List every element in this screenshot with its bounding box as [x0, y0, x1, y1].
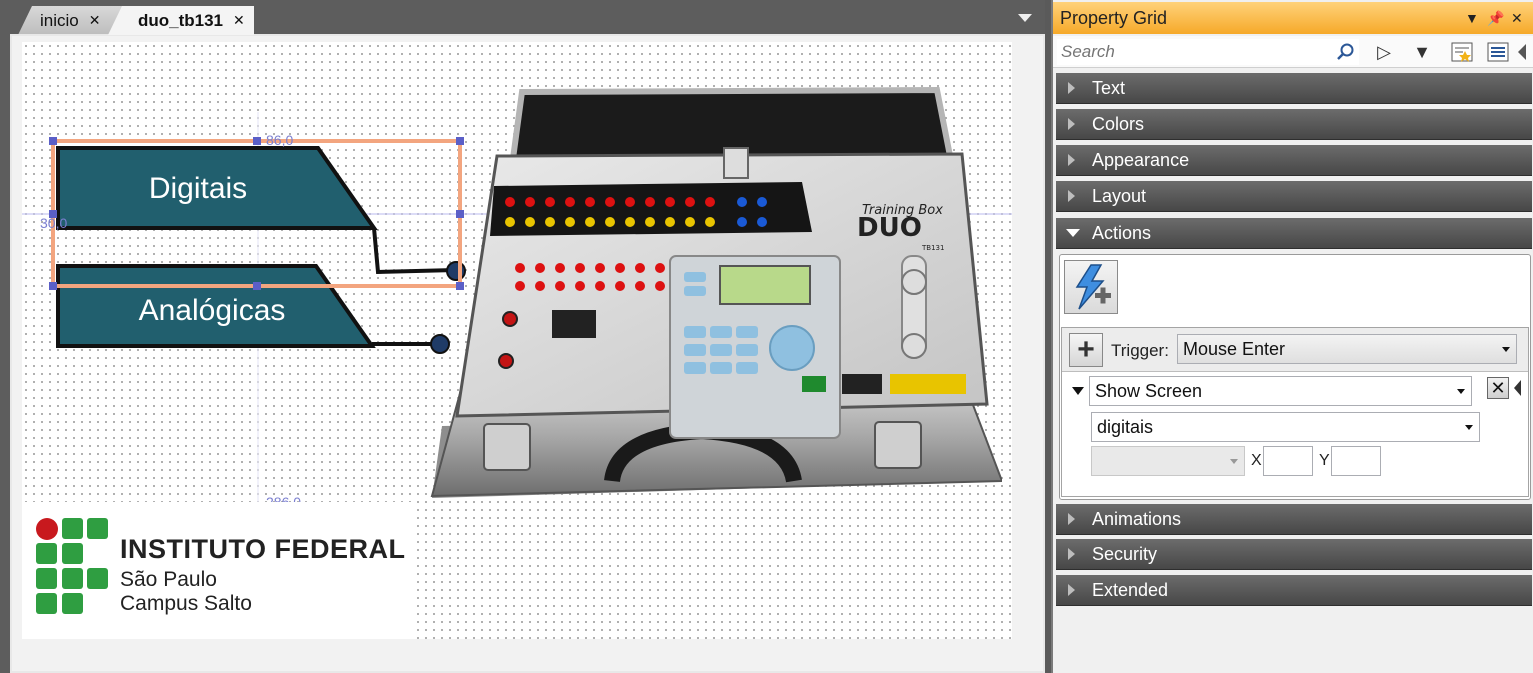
add-trigger-button[interactable]: + [1069, 333, 1103, 367]
category-label: Animations [1092, 508, 1182, 529]
category-layout[interactable]: Layout [1056, 181, 1532, 212]
tab-inicio[interactable]: inicio ✕ [18, 6, 124, 35]
tab-label: duo_tb131 [138, 10, 224, 30]
x-label: X [1251, 452, 1262, 469]
digitais-connector-line [372, 227, 457, 275]
category-colors[interactable]: Colors [1056, 109, 1532, 140]
category-label: Security [1092, 543, 1158, 564]
chevron-down-icon [1457, 389, 1465, 394]
category-label: Extended [1092, 579, 1169, 600]
search-icon[interactable] [1337, 43, 1355, 61]
categorized-view-icon[interactable] [1449, 39, 1475, 65]
category-label: Layout [1092, 185, 1147, 206]
analogicas-connector-dot [430, 334, 450, 354]
expand-arrow-icon [1068, 548, 1075, 560]
logo-subtitle: São Paulo [120, 568, 217, 591]
action-select[interactable]: Show Screen [1089, 376, 1472, 406]
tab-duo-tb131[interactable]: duo_tb131 ✕ [108, 6, 254, 35]
dropdown-arrow-icon[interactable]: ▼ [1409, 39, 1435, 65]
expand-arrow-icon [1068, 154, 1075, 166]
dimension-label-top: 86,0 [266, 132, 294, 148]
chevron-down-icon [1230, 459, 1238, 464]
y-label: Y [1319, 452, 1330, 469]
category-extended[interactable]: Extended [1056, 575, 1532, 606]
tab-label: inicio [40, 10, 79, 30]
instituto-federal-logo-mark [36, 518, 108, 614]
lightning-add-icon [1075, 264, 1111, 310]
property-grid-panel: Property Grid ▼ 📌 ✕ ▷ ▼ Text Colors Appe… [1051, 0, 1533, 673]
category-animations[interactable]: Animations [1056, 504, 1532, 535]
logo-campus: Campus Salto [120, 592, 252, 615]
logo-title: INSTITUTO FEDERAL [120, 534, 406, 564]
digitais-connector-dot [446, 261, 466, 281]
trigger-label: Trigger: [1111, 341, 1169, 360]
close-icon[interactable]: ✕ [89, 12, 101, 29]
analogicas-button-label[interactable]: Analógicas [72, 294, 352, 328]
move-action-icon[interactable] [1514, 380, 1521, 396]
trigger-section: + Trigger: Mouse Enter Show Screen ✕ dig… [1061, 327, 1529, 497]
category-label: Text [1092, 77, 1126, 98]
category-label: Actions [1092, 222, 1152, 243]
search-toolbar: ▷ ▼ [1053, 36, 1533, 68]
tab-list-dropdown-icon[interactable] [1018, 14, 1032, 22]
category-text[interactable]: Text [1056, 73, 1532, 104]
property-grid-titlebar: Property Grid ▼ 📌 ✕ [1053, 2, 1533, 34]
y-input[interactable] [1331, 446, 1381, 476]
play-icon[interactable]: ▷ [1371, 39, 1397, 65]
digitais-button-label[interactable]: Digitais [58, 172, 338, 206]
collapse-action-icon[interactable] [1072, 387, 1084, 395]
delete-action-button[interactable]: ✕ [1487, 377, 1509, 399]
category-actions[interactable]: Actions [1056, 218, 1532, 249]
chevron-down-icon [1502, 347, 1510, 352]
collapse-panel-icon[interactable] [1518, 44, 1526, 60]
add-action-button[interactable] [1064, 260, 1118, 314]
chevron-down-icon [1465, 425, 1473, 430]
training-box-image: Training Box DUO TB131 [430, 86, 1002, 498]
trigger-select-value: Mouse Enter [1183, 338, 1286, 359]
category-label: Colors [1092, 113, 1145, 134]
expand-arrow-icon [1068, 190, 1075, 202]
screen-designer: inicio ✕ duo_tb131 ✕ Training Box DUO TB… [0, 0, 1045, 673]
trigger-select[interactable]: Mouse Enter [1177, 334, 1517, 364]
collapse-arrow-icon [1066, 229, 1080, 237]
document-tab-strip: inicio ✕ duo_tb131 ✕ [0, 0, 1045, 35]
close-icon[interactable]: ✕ [233, 12, 245, 29]
actions-editor: + Trigger: Mouse Enter Show Screen ✕ dig… [1059, 254, 1531, 500]
close-icon[interactable]: ✕ [1511, 10, 1523, 27]
search-input[interactable] [1057, 39, 1359, 65]
expand-arrow-icon [1068, 82, 1075, 94]
dimension-label-left: 30,0 [40, 215, 68, 231]
expand-arrow-icon [1068, 513, 1075, 525]
screen-select-value: digitais [1097, 416, 1154, 437]
panel-menu-icon[interactable]: ▼ [1465, 10, 1479, 26]
position-mode-select[interactable] [1091, 446, 1245, 476]
alphabetical-view-icon[interactable] [1485, 39, 1511, 65]
panel-title: Property Grid [1060, 7, 1168, 28]
trigger-header: + Trigger: Mouse Enter [1062, 328, 1528, 372]
screen-select[interactable]: digitais [1091, 412, 1480, 442]
expand-arrow-icon [1068, 118, 1075, 130]
device-brand-line2: DUO [857, 213, 922, 243]
device-model: TB131 [921, 244, 944, 252]
expand-arrow-icon [1068, 584, 1075, 596]
category-security[interactable]: Security [1056, 539, 1532, 570]
pin-icon[interactable]: 📌 [1487, 10, 1504, 27]
design-canvas[interactable]: Training Box DUO TB131 Digitais Analógic… [22, 42, 1012, 639]
category-label: Appearance [1092, 149, 1190, 170]
action-select-value: Show Screen [1095, 380, 1203, 401]
category-appearance[interactable]: Appearance [1056, 145, 1532, 176]
x-input[interactable] [1263, 446, 1313, 476]
app-window: inicio ✕ duo_tb131 ✕ Training Box DUO TB… [0, 0, 1533, 673]
